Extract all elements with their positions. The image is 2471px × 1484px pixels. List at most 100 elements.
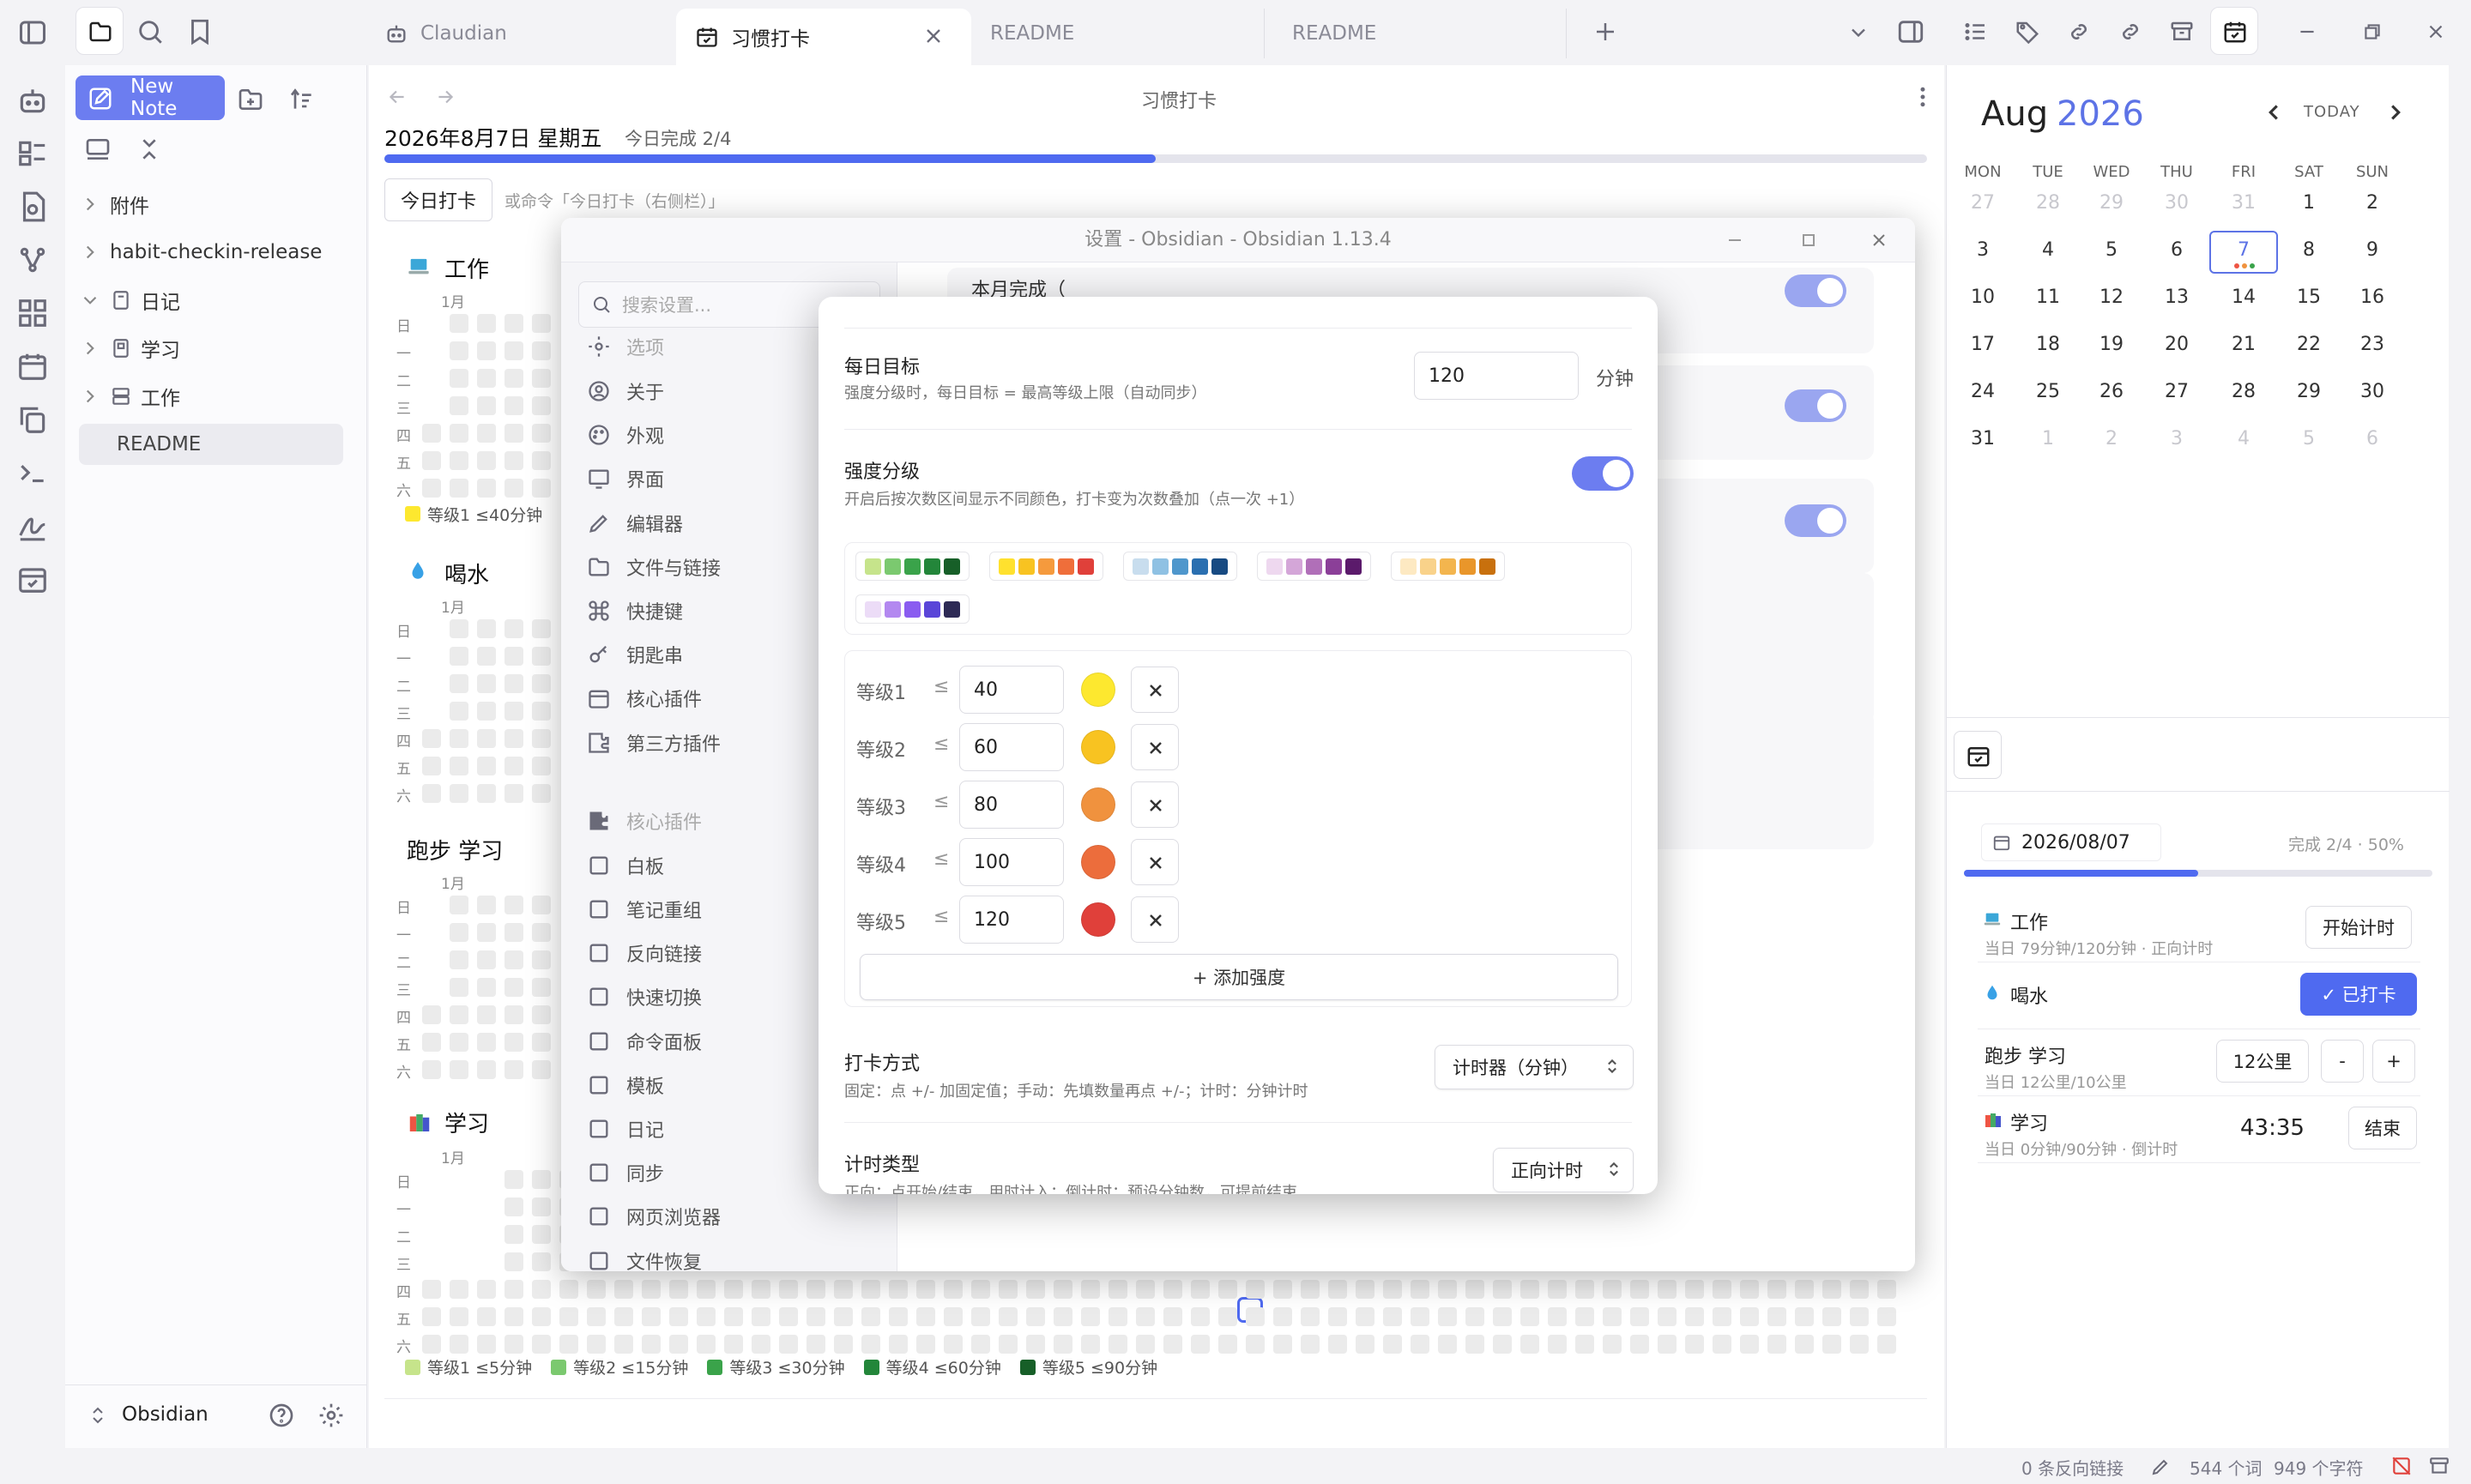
heatmap-cell[interactable] [477, 784, 496, 803]
level-color-swatch[interactable] [1081, 673, 1115, 707]
heatmap-cell[interactable] [697, 1307, 716, 1326]
heatmap-cell[interactable] [559, 1280, 578, 1299]
tree-file-readme[interactable]: README [79, 424, 343, 465]
heatmap-cell[interactable] [504, 1252, 523, 1271]
new-folder-icon[interactable] [237, 86, 264, 113]
heatmap-cell[interactable] [477, 1307, 496, 1326]
heatmap-cell[interactable] [532, 978, 551, 997]
heatmap-cell[interactable] [1658, 1335, 1677, 1354]
heatmap-cell[interactable] [422, 784, 441, 803]
new-tab-icon[interactable] [1592, 19, 1618, 45]
heatmap-cell[interactable] [724, 1307, 743, 1326]
heatmap-cell[interactable] [614, 1280, 633, 1299]
heatmap-cell[interactable] [1383, 1280, 1402, 1299]
heatmap-cell[interactable] [1163, 1335, 1182, 1354]
heatmap-cell[interactable] [477, 896, 496, 914]
backlinks-count[interactable]: 0 条反向链接 [2021, 1455, 2124, 1480]
calendar-day[interactable]: 3 [2151, 428, 2202, 449]
plus-button[interactable]: + [2372, 1040, 2415, 1083]
heatmap-cell[interactable] [532, 950, 551, 969]
heatmap-cell[interactable] [1246, 1280, 1265, 1299]
calendar-check-icon[interactable] [16, 563, 49, 595]
right-sidebar-toggle-icon[interactable] [1896, 17, 1925, 46]
heatmap-cell[interactable] [1740, 1335, 1759, 1354]
tree-folder-habit-checkin[interactable]: habit-checkin-release [79, 232, 343, 273]
bookmark-icon[interactable] [185, 17, 214, 46]
heatmap-cell[interactable] [1465, 1280, 1484, 1299]
calendar-day[interactable]: 8 [2283, 239, 2335, 261]
heatmap-cell[interactable] [450, 1280, 468, 1299]
heatmap-cell[interactable] [971, 1280, 990, 1299]
today-button[interactable]: TODAY [2304, 103, 2360, 121]
heatmap-cell[interactable] [779, 1335, 798, 1354]
calendar-day[interactable]: 18 [2022, 334, 2074, 355]
heatmap-cell[interactable] [1438, 1280, 1457, 1299]
heatmap-cell[interactable] [1054, 1280, 1072, 1299]
heatmap-cell[interactable] [1575, 1307, 1594, 1326]
heatmap-cell[interactable] [504, 1197, 523, 1216]
heatmap-cell[interactable] [1575, 1335, 1594, 1354]
calendar-day[interactable]: 28 [2218, 381, 2269, 402]
heatmap-cell[interactable] [532, 451, 551, 470]
nav-core-item-9[interactable]: 文件恢复 [587, 1242, 879, 1271]
heatmap-cell[interactable] [1136, 1335, 1155, 1354]
heatmap-cell[interactable] [422, 1005, 441, 1024]
heatmap-cell[interactable] [477, 479, 496, 498]
heatmap-cell[interactable] [1273, 1307, 1292, 1326]
sort-icon[interactable] [288, 86, 316, 113]
files-tab-button[interactable] [76, 7, 124, 55]
color-palette-2[interactable] [1123, 552, 1237, 581]
heatmap-cell[interactable] [1767, 1280, 1786, 1299]
heatmap-cell[interactable] [861, 1307, 880, 1326]
heatmap-cell[interactable] [504, 1280, 523, 1299]
calendar-day[interactable]: 31 [2218, 192, 2269, 214]
heatmap-cell[interactable] [477, 369, 496, 388]
heatmap-cell[interactable] [477, 950, 496, 969]
tag-icon[interactable] [2015, 19, 2040, 45]
chevron-right-icon[interactable] [2383, 100, 2408, 125]
heatmap-cell[interactable] [889, 1335, 908, 1354]
heatmap-cell[interactable] [1411, 1280, 1429, 1299]
heatmap-cell[interactable] [450, 314, 468, 333]
heatmap-cell[interactable] [1795, 1307, 1814, 1326]
heatmap-cell[interactable] [422, 479, 441, 498]
heatmap-cell[interactable] [1301, 1307, 1320, 1326]
heatmap-cell[interactable] [1713, 1335, 1731, 1354]
heatmap-cell[interactable] [532, 1197, 551, 1216]
calendar-day[interactable]: 5 [2283, 428, 2335, 449]
heatmap-cell[interactable] [1795, 1280, 1814, 1299]
chevron-down-icon[interactable] [1846, 21, 1870, 45]
heatmap-cell[interactable] [999, 1280, 1018, 1299]
heatmap-cell[interactable] [1411, 1335, 1429, 1354]
heatmap-cell[interactable] [1301, 1335, 1320, 1354]
heatmap-cell[interactable] [1493, 1280, 1512, 1299]
heatmap-cell[interactable] [450, 647, 468, 666]
daily-goal-input[interactable]: 120 [1414, 352, 1579, 400]
heatmap-cell[interactable] [504, 341, 523, 360]
heatmap-cell[interactable] [504, 314, 523, 333]
heatmap-cell[interactable] [532, 1170, 551, 1189]
heatmap-cell[interactable] [1218, 1335, 1237, 1354]
heatmap-cell[interactable] [1356, 1307, 1374, 1326]
heatmap-cell[interactable] [477, 647, 496, 666]
minus-button[interactable]: - [2321, 1040, 2364, 1083]
heatmap-cell[interactable] [532, 757, 551, 775]
gear-icon[interactable] [317, 1402, 345, 1429]
heatmap-cell[interactable] [1548, 1307, 1567, 1326]
heatmap-cell[interactable] [450, 1335, 468, 1354]
heatmap-cell[interactable] [477, 1060, 496, 1079]
heatmap-cell[interactable] [752, 1335, 770, 1354]
remove-level-button[interactable] [1131, 667, 1179, 713]
heatmap-cell[interactable] [1246, 1307, 1265, 1326]
heatmap-cell[interactable] [1136, 1307, 1155, 1326]
help-icon[interactable] [268, 1402, 295, 1429]
bg-toggle[interactable] [1785, 274, 1846, 307]
heatmap-cell[interactable] [532, 619, 551, 638]
calendar-day[interactable]: 24 [1957, 381, 2009, 402]
date-picker[interactable]: 2026/08/07 [1981, 823, 2161, 861]
calendar-day[interactable]: 29 [2086, 192, 2137, 214]
heatmap-cell[interactable] [532, 702, 551, 721]
heatmap-cell[interactable] [477, 1280, 496, 1299]
heatmap-cell[interactable] [450, 784, 468, 803]
calendar-day[interactable]: 6 [2347, 428, 2398, 449]
